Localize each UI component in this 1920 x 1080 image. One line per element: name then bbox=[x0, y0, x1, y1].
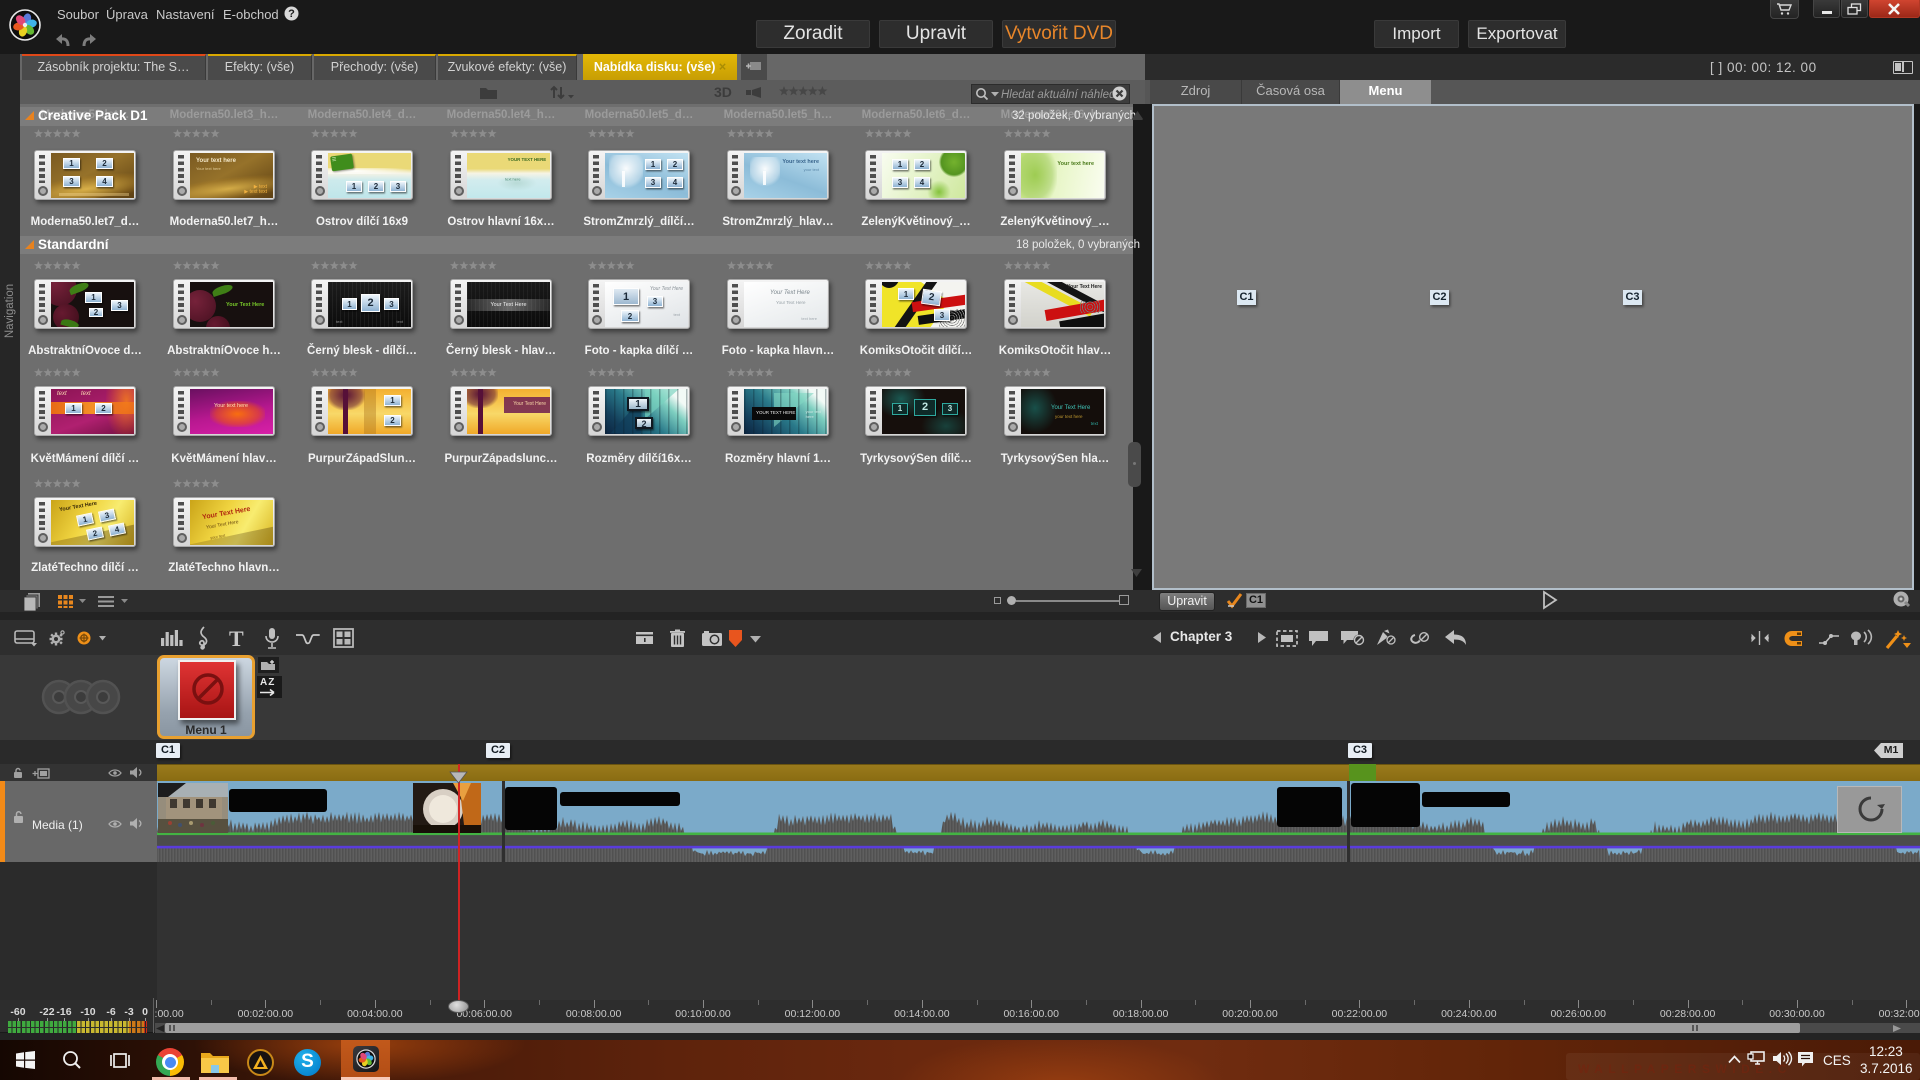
svg-text:?: ? bbox=[288, 8, 295, 20]
